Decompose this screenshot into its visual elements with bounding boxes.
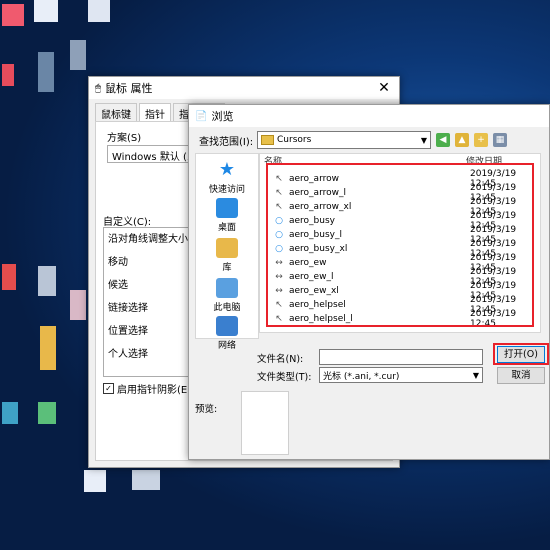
library-icon <box>216 238 238 258</box>
tab-buttons[interactable]: 鼠标键 <box>95 103 137 123</box>
filename-input[interactable] <box>319 349 483 365</box>
browse-toolbar: 查找范围(I): Cursors ▼ ◀ ▲ + ▦ <box>189 129 549 151</box>
preview-label: 预览: <box>195 404 218 415</box>
lookin-label: 查找范围(I): <box>199 136 254 148</box>
desktop-icon-5[interactable] <box>38 52 54 92</box>
desktop-icon-7[interactable] <box>2 264 16 290</box>
custom-label: 自定义(C): <box>103 217 152 228</box>
place-label: 库 <box>222 263 232 273</box>
pointer-shadow-checkbox[interactable]: ✓ <box>103 383 114 394</box>
up-folder-icon[interactable]: ▲ <box>455 133 469 147</box>
desktop-icon-13[interactable] <box>84 470 106 492</box>
close-icon[interactable]: ✕ <box>369 80 399 96</box>
filetype-select[interactable]: 光标 (*.ani, *.cur) ▼ <box>319 367 483 383</box>
view-menu-icon[interactable]: ▦ <box>493 133 507 147</box>
preview-pane <box>241 391 289 455</box>
desktop-icon <box>216 198 238 218</box>
file-list-highlight <box>266 163 534 327</box>
place-label: 此电脑 <box>213 303 241 313</box>
filetype-value: 光标 (*.ani, *.cur) <box>323 371 400 382</box>
chevron-down-icon[interactable]: ▼ <box>418 136 430 145</box>
place-network[interactable]: 网络 <box>196 316 258 351</box>
mouse-window-title: 鼠标 属性 <box>105 82 153 95</box>
desktop-icon-10[interactable] <box>40 326 56 370</box>
place-library[interactable]: 库 <box>196 238 258 273</box>
lookin-combo[interactable]: Cursors ▼ <box>257 131 431 149</box>
lookin-value: Cursors <box>277 135 312 145</box>
desktop-icon-9[interactable] <box>70 290 86 320</box>
places-bar: ★ 快速访问 桌面 库 此电脑 网络 <box>195 153 259 351</box>
scheme-label: 方案(S) <box>107 133 142 144</box>
place-desktop[interactable]: 桌面 <box>196 198 258 233</box>
place-this-pc[interactable]: 此电脑 <box>196 278 258 313</box>
pointer-shadow-option[interactable]: ✓ 启用指针阴影(E) <box>103 381 191 396</box>
computer-icon <box>216 278 238 298</box>
open-button[interactable]: 打开(O) <box>497 346 545 363</box>
tab-pointers[interactable]: 指针 <box>139 103 171 123</box>
mouse-icon: 🖱 <box>95 82 101 94</box>
place-label: 快速访问 <box>208 185 245 195</box>
place-label: 桌面 <box>217 223 236 233</box>
chevron-down-icon[interactable]: ▼ <box>473 371 479 380</box>
browse-dialog: 📄 浏览 查找范围(I): Cursors ▼ ◀ ▲ + ▦ ★ 快速访问 桌… <box>188 104 550 460</box>
desktop-icon-14[interactable] <box>132 470 160 490</box>
browse-title: 浏览 <box>211 110 234 123</box>
desktop-icon-6[interactable] <box>70 40 86 70</box>
filetype-label: 文件类型(T): <box>257 372 312 383</box>
back-icon[interactable]: ◀ <box>436 133 450 147</box>
filename-label: 文件名(N): <box>257 354 304 365</box>
desktop-icon-12[interactable] <box>38 402 56 424</box>
place-quick-access[interactable]: ★ 快速访问 <box>196 159 258 196</box>
place-label: 网络 <box>217 341 236 351</box>
browse-dialog-icon: 📄 <box>195 110 208 122</box>
desktop-icon-2[interactable] <box>34 0 58 22</box>
desktop-icon-3[interactable] <box>88 0 110 22</box>
new-folder-icon[interactable]: + <box>474 133 488 147</box>
folder-icon <box>261 135 274 145</box>
network-icon <box>216 316 238 336</box>
desktop-icon-11[interactable] <box>2 402 18 424</box>
desktop-icon-4[interactable] <box>2 64 14 86</box>
browse-titlebar: 📄 浏览 <box>189 105 549 127</box>
desktop-icon-1[interactable] <box>2 4 24 26</box>
mouse-window-titlebar: 🖱 鼠标 属性 ✕ <box>89 77 399 99</box>
cancel-button[interactable]: 取消 <box>497 367 545 384</box>
pointer-shadow-label: 启用指针阴影(E) <box>117 385 192 396</box>
star-icon: ★ <box>218 159 236 180</box>
desktop-icon-8[interactable] <box>38 266 56 296</box>
